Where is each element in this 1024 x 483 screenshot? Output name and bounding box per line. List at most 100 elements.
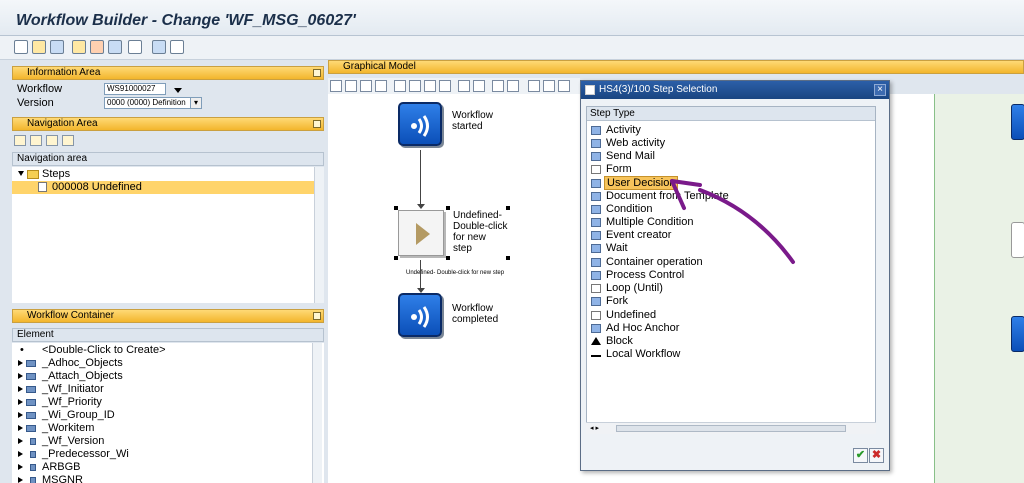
open-folder-icon[interactable] bbox=[32, 40, 46, 54]
step-type-activity[interactable]: Activity bbox=[587, 124, 875, 137]
list-item[interactable]: _Predecessor_Wi bbox=[12, 448, 324, 461]
new-document-icon[interactable] bbox=[14, 40, 28, 54]
dialog-title-bar[interactable]: HS4(3)/100 Step Selection × bbox=[581, 81, 889, 99]
workflow-started-node[interactable] bbox=[398, 102, 442, 146]
list-item[interactable]: MSGNR bbox=[12, 474, 324, 483]
ok-button[interactable]: ✔ bbox=[853, 448, 868, 463]
collapsed-icon[interactable] bbox=[18, 399, 23, 405]
step-type-loop-until[interactable]: Loop (Until) bbox=[587, 282, 875, 295]
step-type-form[interactable]: Form bbox=[587, 163, 875, 176]
layout-icon[interactable] bbox=[152, 40, 166, 54]
chevron-down-icon[interactable] bbox=[174, 88, 182, 93]
delete-icon[interactable] bbox=[375, 80, 387, 92]
tree-item-steps[interactable]: Steps bbox=[12, 168, 324, 181]
step-type-wait[interactable]: Wait bbox=[587, 242, 875, 255]
test-icon[interactable] bbox=[90, 40, 104, 54]
list-item[interactable]: • <Double-Click to Create> bbox=[12, 344, 324, 357]
check-icon[interactable] bbox=[50, 40, 64, 54]
print-icon[interactable] bbox=[528, 80, 540, 92]
selection-handle[interactable] bbox=[446, 206, 450, 210]
selection-handle[interactable] bbox=[506, 256, 510, 260]
step-type-local-workflow[interactable]: Local Workflow bbox=[587, 348, 875, 361]
overview-pane[interactable] bbox=[934, 94, 1024, 483]
selection-handle[interactable] bbox=[446, 256, 450, 260]
redo-icon[interactable] bbox=[473, 80, 485, 92]
collapsed-icon[interactable] bbox=[18, 464, 23, 470]
undefined-step-node[interactable] bbox=[398, 210, 444, 256]
container-scrollbar[interactable] bbox=[312, 343, 322, 483]
undo-icon[interactable] bbox=[458, 80, 470, 92]
list-item[interactable]: _Wf_Initiator bbox=[12, 383, 324, 396]
expanded-icon[interactable] bbox=[18, 171, 24, 176]
step-type-web-activity[interactable]: Web activity bbox=[587, 137, 875, 150]
selection-handle[interactable] bbox=[394, 256, 398, 260]
new-icon[interactable] bbox=[330, 80, 342, 92]
zoom-icon[interactable] bbox=[492, 80, 504, 92]
list-item[interactable]: ARBGB bbox=[12, 461, 324, 474]
cancel-button[interactable]: ✖ bbox=[869, 448, 884, 463]
layout-icon[interactable] bbox=[558, 80, 570, 92]
step-type-undefined[interactable]: Undefined bbox=[587, 309, 875, 322]
tree-item-label: 000008 Undefined bbox=[52, 181, 142, 193]
link-icon[interactable] bbox=[360, 80, 372, 92]
step-type-process-control[interactable]: Process Control bbox=[587, 269, 875, 282]
collapse-icon[interactable] bbox=[313, 69, 321, 77]
paste-icon[interactable] bbox=[424, 80, 436, 92]
collapsed-icon[interactable] bbox=[18, 425, 23, 431]
collapse-icon[interactable] bbox=[313, 120, 321, 128]
information-area-header[interactable]: Information Area bbox=[12, 66, 324, 80]
step-type-send-mail[interactable]: Send Mail bbox=[587, 150, 875, 163]
step-type-block[interactable]: Block bbox=[587, 335, 875, 348]
element-column-header: Element bbox=[12, 328, 324, 342]
info-icon[interactable] bbox=[170, 40, 184, 54]
version-select[interactable]: 0000 (0000) Definition bbox=[104, 97, 200, 109]
step-type-multiple-condition[interactable]: Multiple Condition bbox=[587, 216, 875, 229]
tree-item-undefined-step[interactable]: 000008 Undefined bbox=[12, 181, 324, 194]
step-type-condition[interactable]: Condition bbox=[587, 203, 875, 216]
scroll-arrows-icon[interactable]: ◂ ▸ bbox=[590, 424, 599, 432]
collapsed-icon[interactable] bbox=[18, 386, 23, 392]
step-type-document-from-template[interactable]: Document from Template bbox=[587, 190, 875, 203]
list-item[interactable]: _Wf_Version bbox=[12, 435, 324, 448]
step-type-fork[interactable]: Fork bbox=[587, 295, 875, 308]
workflow-container-header[interactable]: Workflow Container bbox=[12, 309, 324, 323]
close-icon[interactable]: × bbox=[874, 84, 886, 96]
horizontal-scrollbar[interactable]: ◂ ▸ bbox=[586, 422, 876, 434]
collapsed-icon[interactable] bbox=[18, 412, 23, 418]
grid-icon[interactable] bbox=[507, 80, 519, 92]
collapsed-icon[interactable] bbox=[18, 477, 23, 483]
back-icon[interactable] bbox=[14, 135, 26, 146]
navigation-area-header[interactable]: Navigation Area bbox=[12, 117, 324, 131]
list-item[interactable]: _Wi_Group_ID bbox=[12, 409, 324, 422]
scroll-thumb[interactable] bbox=[616, 425, 846, 432]
activate-icon[interactable] bbox=[72, 40, 86, 54]
printer-icon[interactable] bbox=[128, 40, 142, 54]
workflow-completed-node[interactable] bbox=[398, 293, 442, 337]
graphical-model-header[interactable]: Graphical Model bbox=[328, 60, 1024, 74]
step-type-ad-hoc-anchor[interactable]: Ad Hoc Anchor bbox=[587, 322, 875, 335]
step-type-container-operation[interactable]: Container operation bbox=[587, 256, 875, 269]
edit-icon[interactable] bbox=[345, 80, 357, 92]
list-item[interactable]: _Adhoc_Objects bbox=[12, 357, 324, 370]
collapsed-icon[interactable] bbox=[18, 438, 23, 444]
list-item[interactable]: _Workitem bbox=[12, 422, 324, 435]
collapse-icon[interactable] bbox=[313, 312, 321, 320]
insert-icon[interactable] bbox=[439, 80, 451, 92]
dropdown-icon[interactable]: ▾ bbox=[190, 97, 202, 109]
settings-icon[interactable] bbox=[543, 80, 555, 92]
collapsed-icon[interactable] bbox=[18, 373, 23, 379]
copy-icon[interactable] bbox=[409, 80, 421, 92]
grid-icon[interactable] bbox=[62, 135, 74, 146]
step-type-event-creator[interactable]: Event creator bbox=[587, 229, 875, 242]
print-icon[interactable] bbox=[108, 40, 122, 54]
step-type-user-decision[interactable]: User Decision bbox=[587, 176, 875, 190]
collapsed-icon[interactable] bbox=[18, 360, 23, 366]
workflow-field[interactable]: WS91000027 bbox=[104, 83, 166, 95]
collapsed-icon[interactable] bbox=[18, 451, 23, 457]
cut-icon[interactable] bbox=[394, 80, 406, 92]
list-item[interactable]: _Wf_Priority bbox=[12, 396, 324, 409]
forward-icon[interactable] bbox=[30, 135, 42, 146]
expand-icon[interactable] bbox=[46, 135, 58, 146]
list-item[interactable]: _Attach_Objects bbox=[12, 370, 324, 383]
navigation-scrollbar[interactable] bbox=[314, 167, 324, 303]
